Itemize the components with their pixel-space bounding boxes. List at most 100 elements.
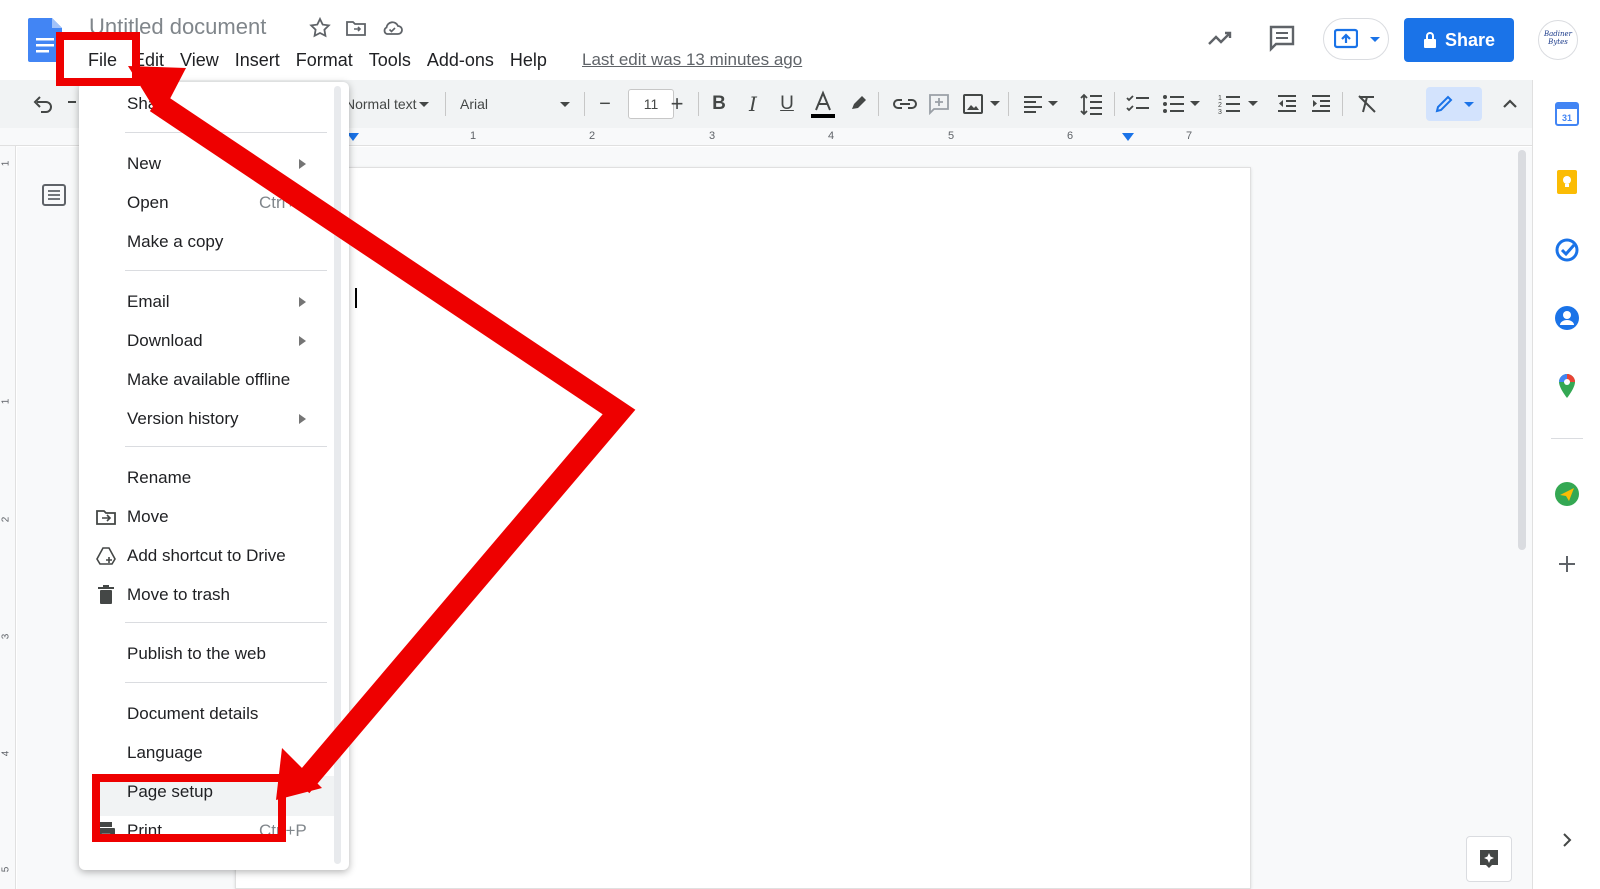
text-cursor xyxy=(355,288,357,308)
chevron-down-icon xyxy=(1464,102,1474,107)
shortcut-open: Ctrl+O xyxy=(259,193,309,212)
ruler-number: 4 xyxy=(0,750,12,757)
checklist-icon[interactable] xyxy=(1126,93,1150,115)
vertical-ruler[interactable]: 1 1 2 3 4 5 xyxy=(0,146,16,889)
italic-button[interactable]: I xyxy=(740,90,766,118)
present-button[interactable] xyxy=(1323,18,1389,60)
ruler-number: 4 xyxy=(828,130,835,142)
share-label: Share xyxy=(1444,29,1496,50)
docs-logo-icon[interactable] xyxy=(28,18,62,62)
menu-item-open[interactable]: Open xyxy=(127,193,169,213)
insert-link-icon[interactable] xyxy=(892,93,918,115)
chevron-down-icon xyxy=(1248,101,1258,106)
decrease-indent-icon[interactable] xyxy=(1276,93,1298,115)
tasks-icon[interactable] xyxy=(1553,236,1581,264)
menu-item-version-history[interactable]: Version history xyxy=(127,409,239,429)
submenu-arrow-icon xyxy=(299,336,306,346)
menu-format[interactable]: Format xyxy=(288,48,361,72)
menu-view[interactable]: View xyxy=(172,48,227,72)
toolbar-divider xyxy=(584,92,585,116)
expand-side-panel-icon[interactable] xyxy=(1553,826,1581,854)
menu-divider xyxy=(125,622,327,623)
add-comment-icon[interactable] xyxy=(928,93,950,115)
highlight-color-icon[interactable] xyxy=(846,92,870,116)
menu-item-share[interactable]: Share xyxy=(127,94,172,114)
chevron-down-icon xyxy=(419,102,429,107)
svg-text:3: 3 xyxy=(1218,109,1222,115)
menu-item-download[interactable]: Download xyxy=(127,331,203,351)
document-outline-icon[interactable] xyxy=(40,181,68,209)
paragraph-style-select[interactable]: Normal text xyxy=(345,90,430,118)
bold-icon: B xyxy=(712,93,726,114)
menu-edit[interactable]: Edit xyxy=(125,48,172,72)
underline-button[interactable]: U xyxy=(774,90,800,118)
menu-item-publish-to-the-web[interactable]: Publish to the web xyxy=(127,644,266,664)
cloud-saved-icon[interactable] xyxy=(380,16,404,40)
clear-formatting-icon[interactable] xyxy=(1356,93,1378,115)
move-icon xyxy=(96,510,116,525)
text-color-icon[interactable] xyxy=(808,90,838,120)
increase-indent-icon[interactable] xyxy=(1310,93,1332,115)
redo-icon[interactable] xyxy=(66,94,80,114)
get-add-ons-plus-icon[interactable] xyxy=(1553,550,1581,578)
menu-item-document-details[interactable]: Document details xyxy=(127,704,258,724)
paragraph-style-value: Normal text xyxy=(345,96,417,112)
line-spacing-icon[interactable] xyxy=(1080,92,1104,116)
star-icon[interactable] xyxy=(308,16,332,40)
increase-font-size-button[interactable]: + xyxy=(664,90,690,118)
add-shortcut-icon xyxy=(96,547,116,565)
font-family-select[interactable]: Arial xyxy=(460,90,570,118)
menu-add-ons[interactable]: Add-ons xyxy=(419,48,502,72)
decrease-font-size-button[interactable]: − xyxy=(592,90,618,118)
menu-item-page-setup[interactable]: Page setup xyxy=(127,782,213,802)
menu-file[interactable]: File xyxy=(80,48,125,72)
vertical-scrollbar[interactable] xyxy=(1518,150,1526,550)
toolbar-divider xyxy=(698,92,699,116)
activity-trend-icon[interactable] xyxy=(1204,22,1236,54)
menu-item-new[interactable]: New xyxy=(127,154,161,174)
menu-tools[interactable]: Tools xyxy=(361,48,419,72)
menu-item-email[interactable]: Email xyxy=(127,292,170,312)
keep-icon[interactable] xyxy=(1553,168,1581,196)
editing-mode-button[interactable] xyxy=(1426,87,1482,121)
menu-insert[interactable]: Insert xyxy=(227,48,288,72)
calendar-icon[interactable]: 31 xyxy=(1553,100,1581,128)
move-folder-icon[interactable] xyxy=(344,16,368,40)
add-on-paper-plane-icon[interactable] xyxy=(1553,480,1581,508)
menu-item-add-shortcut-to-drive[interactable]: Add shortcut to Drive xyxy=(127,546,286,566)
menu-help[interactable]: Help xyxy=(502,48,555,72)
toolbar-divider xyxy=(1008,92,1009,116)
menu-item-make-a-copy[interactable]: Make a copy xyxy=(127,232,223,252)
align-left-icon[interactable] xyxy=(1022,94,1044,114)
explore-button[interactable] xyxy=(1466,836,1512,882)
toolbar-divider xyxy=(1342,92,1343,116)
avatar[interactable]: Badiner Bytes xyxy=(1538,20,1578,60)
chevron-down-icon xyxy=(990,101,1000,106)
menu-item-move[interactable]: Move xyxy=(127,507,169,527)
menu-item-make-available-offline[interactable]: Make available offline xyxy=(127,370,290,390)
ruler-number: 2 xyxy=(589,130,596,142)
svg-text:31: 31 xyxy=(1562,113,1572,123)
right-indent-marker-icon[interactable] xyxy=(1122,131,1134,143)
menu-item-move-to-trash[interactable]: Move to trash xyxy=(127,585,230,605)
share-button[interactable]: Share xyxy=(1404,18,1514,62)
numbered-list-icon[interactable]: 123 xyxy=(1218,93,1240,115)
svg-text:1: 1 xyxy=(1218,95,1222,102)
last-edit-link[interactable]: Last edit was 13 minutes ago xyxy=(582,50,802,70)
collapse-toolbar-icon[interactable] xyxy=(1500,94,1520,114)
menu-item-rename[interactable]: Rename xyxy=(127,468,191,488)
undo-icon[interactable] xyxy=(32,94,54,114)
document-page[interactable] xyxy=(235,167,1251,889)
contacts-icon[interactable] xyxy=(1553,304,1581,332)
bold-button[interactable]: B xyxy=(706,90,732,118)
menu-item-language[interactable]: Language xyxy=(127,743,203,763)
bulleted-list-icon[interactable] xyxy=(1162,93,1184,115)
document-title[interactable]: Untitled document xyxy=(89,14,266,40)
underline-icon: U xyxy=(780,93,794,114)
insert-image-icon[interactable] xyxy=(962,93,984,115)
font-family-value: Arial xyxy=(460,96,489,112)
maps-icon[interactable] xyxy=(1553,372,1581,400)
menu-scrollbar[interactable] xyxy=(334,86,341,864)
comments-icon[interactable] xyxy=(1266,22,1298,54)
menu-item-print[interactable]: Print xyxy=(127,821,162,841)
